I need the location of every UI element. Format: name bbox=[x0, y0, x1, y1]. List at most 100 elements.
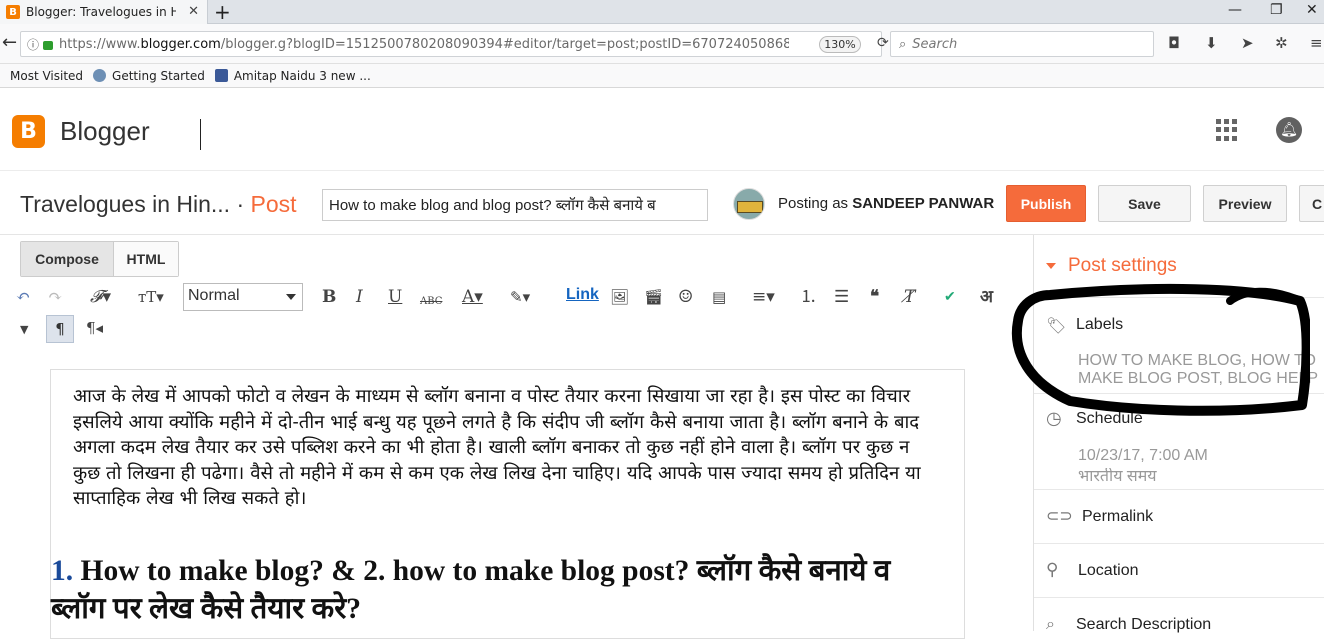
post-settings-header[interactable]: Post settings bbox=[1046, 255, 1177, 277]
browser-tab-blogger[interactable]: B Blogger: Travelogues in Hindi ✕ bbox=[0, 0, 208, 24]
strikethrough-icon[interactable]: ABC bbox=[420, 291, 442, 313]
redo-icon[interactable]: ↷ bbox=[48, 286, 62, 308]
back-arrow-icon[interactable]: ← bbox=[2, 32, 17, 53]
browser-tab-strip: B Blogger: Travelogues in Hindi ✕ + — ❐ … bbox=[0, 0, 1324, 24]
blogger-brand[interactable]: Blogger bbox=[60, 116, 150, 147]
italic-icon[interactable]: I bbox=[356, 286, 363, 308]
editor-toolbar: ↶ ↷ 𝓕▾ тT▾ Normal B I U ABC A▾ ✎▾ Link 🖼… bbox=[14, 283, 1024, 313]
browser-search-input[interactable]: ⌕ Search bbox=[890, 31, 1154, 57]
chevron-down-icon[interactable]: ▼ bbox=[20, 319, 28, 341]
paragraph-format-select[interactable]: Normal bbox=[183, 283, 303, 311]
author-name: SANDEEP PANWAR bbox=[852, 195, 995, 212]
site-info-icon[interactable]: ⓘ bbox=[27, 36, 39, 53]
search-placeholder: Search bbox=[912, 36, 958, 52]
post-settings-title: Post settings bbox=[1068, 255, 1177, 276]
notifications-bell-icon[interactable]: 🔔︎ bbox=[1276, 117, 1302, 143]
facebook-icon bbox=[214, 69, 228, 82]
heading-text: How to make blog? & 2. how to make blog … bbox=[51, 555, 891, 625]
browser-nav-bar: ← ⓘ https://www.blogger.com/blogger.g?bl… bbox=[0, 24, 1324, 64]
input-tools-icon[interactable]: अ bbox=[980, 286, 993, 308]
search-description-title: Search Description bbox=[1076, 616, 1212, 633]
rtl-direction-icon[interactable]: ¶◂ bbox=[86, 317, 103, 339]
minimize-window-icon[interactable]: — bbox=[1228, 2, 1242, 18]
underline-icon[interactable]: U bbox=[388, 286, 402, 308]
post-title-input[interactable]: How to make blog and blog post? ब्लॉग कै… bbox=[322, 189, 708, 221]
download-icon[interactable]: ⬇ bbox=[1205, 34, 1218, 52]
settings-location[interactable]: ⚲ Location bbox=[1034, 543, 1324, 597]
bold-icon[interactable]: B bbox=[322, 286, 336, 308]
close-window-icon[interactable]: ✕ bbox=[1306, 2, 1318, 18]
preview-button[interactable]: Preview bbox=[1203, 185, 1287, 222]
reload-icon[interactable]: ⟳ bbox=[877, 35, 889, 51]
heading-number: 1. bbox=[51, 555, 74, 587]
tab-close-icon[interactable]: ✕ bbox=[188, 4, 199, 19]
chevron-down-icon bbox=[286, 294, 296, 300]
pocket-icon[interactable]: ◘ bbox=[1168, 34, 1180, 52]
compose-tab[interactable]: Compose bbox=[21, 242, 114, 276]
bookmark-getting-started[interactable]: Getting Started bbox=[93, 69, 205, 83]
lock-icon bbox=[43, 40, 54, 50]
menu-icon[interactable]: ≡ bbox=[1310, 34, 1323, 52]
quote-icon[interactable]: ❝ bbox=[870, 286, 879, 308]
header-divider bbox=[200, 119, 201, 150]
browser-tab-title: Blogger: Travelogues in Hindi bbox=[26, 5, 176, 19]
settings-search-description[interactable]: ⌕ Search Description bbox=[1034, 597, 1324, 637]
highlight-color-icon[interactable]: ✎▾ bbox=[510, 286, 530, 308]
url-bar[interactable]: ⓘ https://www.blogger.com/blogger.g?blog… bbox=[20, 31, 889, 57]
emoji-icon[interactable]: ☺ bbox=[678, 286, 693, 308]
insert-image-icon[interactable]: 🖼︎ bbox=[610, 286, 629, 308]
url-text: https://www.blogger.com/blogger.g?blogID… bbox=[59, 36, 790, 52]
ltr-direction-icon[interactable]: ¶ bbox=[46, 315, 74, 343]
blogger-logo-icon[interactable]: B bbox=[12, 115, 45, 148]
location-title: Location bbox=[1078, 562, 1139, 579]
collapse-icon bbox=[1046, 263, 1056, 269]
permalink-title: Permalink bbox=[1082, 508, 1154, 525]
publish-button[interactable]: Publish bbox=[1006, 185, 1086, 222]
bookmark-most-visited[interactable]: Most Visited bbox=[0, 69, 83, 83]
post-heading: 1. How to make blog? & 2. how to make bl… bbox=[51, 552, 951, 628]
editor-mode-switch: Compose HTML bbox=[20, 241, 179, 277]
text-color-icon[interactable]: A▾ bbox=[462, 286, 483, 308]
link-icon: ⊂⊃ bbox=[1046, 506, 1073, 525]
bookmark-label: Most Visited bbox=[10, 68, 84, 83]
zoom-indicator[interactable]: 130% bbox=[819, 36, 861, 53]
posting-as-label: Posting as bbox=[778, 195, 853, 212]
globe-icon bbox=[93, 69, 107, 82]
bookmark-label: Amitap Naidu 3 new ... bbox=[233, 68, 371, 83]
editor-content-area[interactable]: आज के लेख में आपको फोटो व लेखन के माध्यम… bbox=[50, 369, 965, 639]
blog-name[interactable]: Travelogues in Hin... bbox=[20, 191, 230, 217]
settings-permalink[interactable]: ⊂⊃ Permalink bbox=[1034, 489, 1324, 543]
font-family-icon[interactable]: 𝓕▾ bbox=[90, 286, 111, 308]
save-button[interactable]: Save bbox=[1098, 185, 1191, 222]
post-body-text: आज के लेख में आपको फोटो व लेखन के माध्यम… bbox=[73, 386, 921, 509]
section-name: Post bbox=[250, 191, 297, 217]
close-button[interactable]: C bbox=[1299, 185, 1324, 222]
post-editor: Compose HTML ↶ ↷ 𝓕▾ тT▾ Normal B I U ABC… bbox=[0, 235, 1034, 639]
send-icon[interactable]: ➤ bbox=[1241, 34, 1254, 52]
spellcheck-icon[interactable]: ✔ bbox=[944, 286, 956, 308]
align-icon[interactable]: ≡▾ bbox=[752, 286, 775, 308]
font-size-icon[interactable]: тT▾ bbox=[138, 286, 164, 308]
link-button[interactable]: Link bbox=[566, 286, 599, 304]
undo-icon[interactable]: ↶ bbox=[16, 286, 30, 308]
bullet-list-icon[interactable]: ☰ bbox=[834, 286, 849, 308]
blogger-header: B Blogger 🔔︎ bbox=[0, 89, 1324, 171]
new-tab-icon[interactable]: + bbox=[214, 0, 231, 24]
numbered-list-icon[interactable]: ⒈ bbox=[800, 286, 817, 308]
avatar bbox=[733, 188, 765, 220]
page-title: Travelogues in Hin... · Post bbox=[20, 191, 297, 218]
search-icon: ⌕ bbox=[899, 36, 907, 52]
search-icon: ⌕ bbox=[1046, 614, 1055, 633]
title-separator: · bbox=[236, 191, 245, 217]
bookmark-label: Getting Started bbox=[112, 68, 205, 83]
format-value: Normal bbox=[188, 287, 240, 304]
extension-icon[interactable]: ✲ bbox=[1275, 34, 1288, 52]
restore-window-icon[interactable]: ❐ bbox=[1270, 2, 1283, 18]
remove-formatting-icon[interactable]: T̸ bbox=[904, 286, 915, 308]
schedule-timezone: भारतीय समय bbox=[1078, 468, 1157, 485]
jump-break-icon[interactable]: ▤ bbox=[712, 286, 726, 308]
insert-video-icon[interactable]: 🎬︎ bbox=[644, 286, 663, 308]
html-tab[interactable]: HTML bbox=[114, 242, 178, 276]
apps-grid-icon[interactable] bbox=[1216, 119, 1238, 141]
bookmark-facebook[interactable]: Amitap Naidu 3 new ... bbox=[214, 68, 371, 83]
